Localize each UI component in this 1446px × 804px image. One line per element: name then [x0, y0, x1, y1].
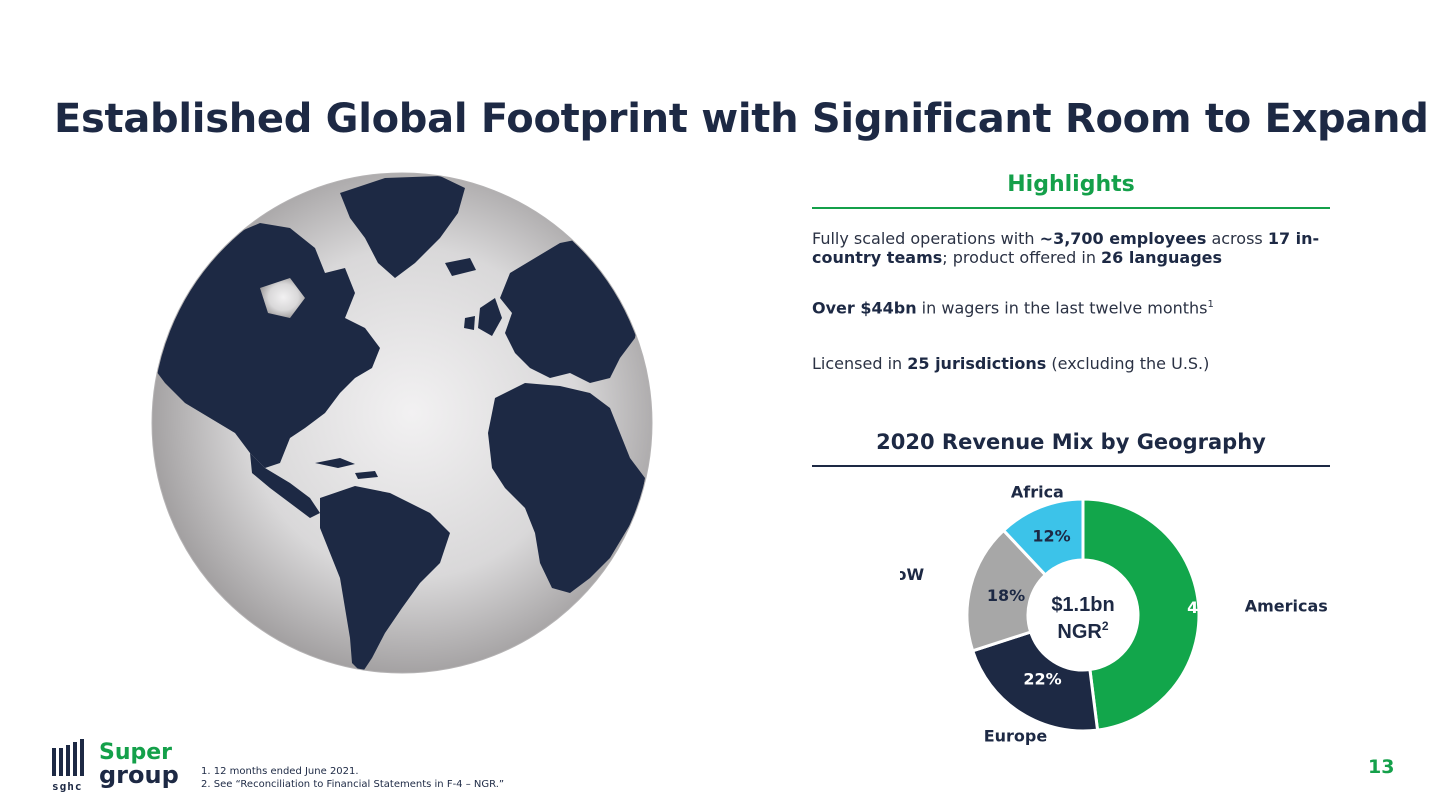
- center-value: $1.1bn: [1051, 594, 1114, 616]
- globe-illustration: [151, 172, 653, 674]
- revenue-mix-heading: 2020 Revenue Mix by Geography: [876, 430, 1266, 454]
- logo-group: group: [99, 761, 179, 789]
- slice-value-europe: 22%: [1023, 670, 1061, 689]
- hl-bold: 25 jurisdictions: [907, 354, 1047, 373]
- center-label: NGR2: [1057, 619, 1108, 643]
- slice-value-americas: 48%: [1187, 598, 1225, 617]
- center-label-sup: 2: [1102, 619, 1109, 633]
- hl-bold: 26 languages: [1101, 248, 1223, 267]
- page-number: 13: [1368, 756, 1395, 778]
- hl-text: Licensed in: [812, 354, 908, 373]
- footnotes: 1. 12 months ended June 2021. 2. See “Re…: [201, 765, 504, 791]
- hl-text: across: [1206, 229, 1268, 248]
- highlights-divider: [812, 207, 1330, 209]
- footnote-1: 1. 12 months ended June 2021.: [201, 766, 359, 777]
- revenue-mix-divider: [812, 465, 1330, 467]
- footnote-ref-1: 1: [1207, 299, 1214, 310]
- slice-label-americas: Americas: [1245, 596, 1328, 615]
- logo-sghc: sghc: [52, 780, 83, 793]
- highlight-wagers: Over $44bn in wagers in the last twelve …: [812, 295, 1332, 317]
- highlights-heading: Highlights: [1007, 172, 1135, 197]
- hl-text: in wagers in the last twelve months: [916, 298, 1208, 318]
- highlight-employees: Fully scaled operations with ~3,700 empl…: [812, 229, 1332, 267]
- hl-bold: Over $44bn: [812, 298, 917, 318]
- slice-label-europe: Europe: [984, 726, 1048, 745]
- hl-bold: ~3,700 employees: [1039, 229, 1207, 248]
- hl-text: Fully scaled operations with: [812, 229, 1040, 248]
- highlight-licenses: Licensed in 25 jurisdictions (excluding …: [812, 354, 1332, 373]
- hl-text: ; product offered in: [942, 248, 1102, 267]
- supergroup-logo: sghc Super group: [52, 739, 179, 793]
- footnote-2: 2. See “Reconciliation to Financial Stat…: [201, 779, 505, 790]
- slice-label-row: RoW: [900, 565, 924, 584]
- slice-label-africa: Africa: [1011, 483, 1064, 502]
- slice-value-africa: 12%: [1032, 527, 1070, 546]
- hl-text: (excluding the U.S.): [1046, 354, 1210, 373]
- center-label-text: NGR: [1057, 621, 1102, 643]
- slice-value-row: 18%: [987, 586, 1025, 605]
- slide-title: Established Global Footprint with Signif…: [54, 96, 1429, 142]
- revenue-donut-chart: 48% Americas 22% Europe 18% RoW 12% Africa $1.1…: [900, 483, 1328, 746]
